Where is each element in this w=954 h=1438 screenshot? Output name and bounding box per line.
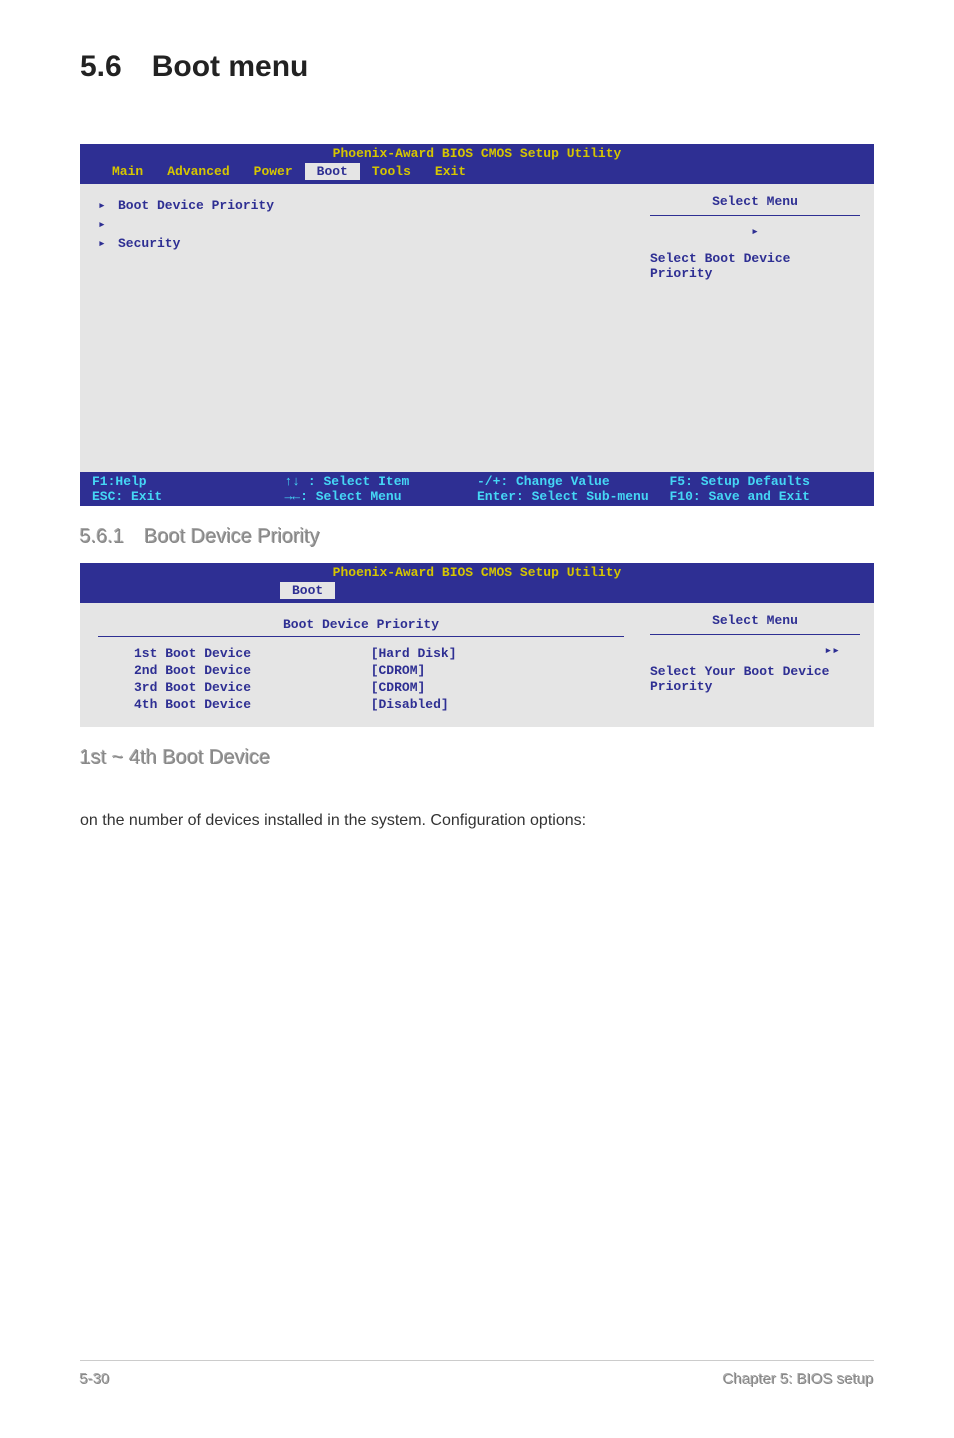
footer-change-value: -/+: Change Value <box>477 474 670 489</box>
bios-help-text: Select Your Boot Device Priority <box>650 664 860 694</box>
page-number: 5-30 <box>80 1371 110 1388</box>
boot-device-value: [CDROM] <box>371 679 624 696</box>
submenu-caret-icon: ▸ <box>98 236 118 251</box>
tab-boot[interactable]: Boot <box>305 163 360 180</box>
select-menu-title: Select Menu <box>650 194 860 213</box>
bios-right-panel: Select Menu ▸▸ Select Your Boot Device P… <box>640 607 870 723</box>
submenu-caret-icon: ▸ <box>98 217 118 232</box>
footer-help: F1:Help <box>92 474 285 489</box>
bios-right-panel: Select Menu ▸ Select Boot Device Priorit… <box>640 188 870 468</box>
tab-boot[interactable]: Boot <box>280 582 335 599</box>
subsection-number: 5.6.1 <box>80 526 124 548</box>
select-menu-title: Select Menu <box>650 613 860 632</box>
tab-advanced[interactable]: Advanced <box>155 163 241 180</box>
panel-header: Boot Device Priority <box>98 617 624 637</box>
tab-exit[interactable]: Exit <box>423 163 478 180</box>
table-row[interactable]: 3rd Boot Device [CDROM] <box>98 679 624 696</box>
boot-device-value: [Hard Disk] <box>371 645 624 662</box>
boot-device-label: 4th Boot Device <box>134 696 371 713</box>
subsection-title: Boot Device Priority <box>144 526 320 548</box>
bios-item-label: Boot Device Priority <box>118 198 274 213</box>
bios-item-blank: ▸ <box>98 217 624 232</box>
footer-select-menu: →←: Select Menu <box>285 489 478 504</box>
footer-exit: ESC: Exit <box>92 489 285 504</box>
right-caret-icon: ▸▸ <box>650 643 860 658</box>
section-title: Boot menu <box>152 50 309 83</box>
footer-save-exit: F10: Save and Exit <box>670 489 863 504</box>
table-row[interactable]: 4th Boot Device [Disabled] <box>98 696 624 713</box>
section-heading: 5.6 Boot menu <box>80 50 874 84</box>
boot-device-label: 1st Boot Device <box>134 645 371 662</box>
tab-tools[interactable]: Tools <box>360 163 423 180</box>
page-footer: 5-30 Chapter 5: BIOS setup <box>80 1360 874 1388</box>
bios-left-panel: ▸ Boot Device Priority ▸ ▸ Security <box>84 188 638 468</box>
footer-select-item: ↑↓ : Select Item <box>285 474 478 489</box>
table-row[interactable]: 1st Boot Device [Hard Disk] <box>98 645 624 662</box>
bios-left-panel: Boot Device Priority 1st Boot Device [Ha… <box>84 607 638 723</box>
bios-menubar: Main Advanced Power Boot Tools Exit <box>80 163 874 184</box>
boot-device-value: [CDROM] <box>371 662 624 679</box>
subsub-heading: 1st ~ 4th Boot Device <box>80 747 874 770</box>
bios-screen-main: Phoenix-Award BIOS CMOS Setup Utility Ma… <box>80 144 874 506</box>
boot-device-value: [Disabled] <box>371 696 624 713</box>
bios-help-text: Select Boot Device Priority <box>650 251 860 281</box>
boot-device-label: 2nd Boot Device <box>134 662 371 679</box>
chapter-label: Chapter 5: BIOS setup <box>723 1371 874 1388</box>
footer-submenu: Enter: Select Sub-menu <box>477 489 670 504</box>
boot-device-label: 3rd Boot Device <box>134 679 371 696</box>
bios-screen-priority: Phoenix-Award BIOS CMOS Setup Utility Bo… <box>80 563 874 727</box>
bios-menubar: Boot <box>80 582 874 603</box>
tab-main[interactable]: Main <box>100 163 155 180</box>
table-row[interactable]: 2nd Boot Device [CDROM] <box>98 662 624 679</box>
body-text: on the number of devices installed in th… <box>80 810 874 832</box>
tab-power[interactable]: Power <box>242 163 305 180</box>
bios-item-security[interactable]: ▸ Security <box>98 236 624 251</box>
subsection-heading: 5.6.1 Boot Device Priority <box>80 526 874 549</box>
submenu-caret-icon: ▸ <box>98 198 118 213</box>
section-number: 5.6 <box>80 50 122 84</box>
right-caret-icon: ▸ <box>650 224 860 239</box>
bios-title: Phoenix-Award BIOS CMOS Setup Utility <box>80 144 874 163</box>
bios-item-boot-priority[interactable]: ▸ Boot Device Priority <box>98 198 624 213</box>
bios-title: Phoenix-Award BIOS CMOS Setup Utility <box>80 563 874 582</box>
footer-defaults: F5: Setup Defaults <box>670 474 863 489</box>
bios-item-label: Security <box>118 236 180 251</box>
bios-footer: F1:Help ESC: Exit ↑↓ : Select Item →←: S… <box>80 472 874 506</box>
